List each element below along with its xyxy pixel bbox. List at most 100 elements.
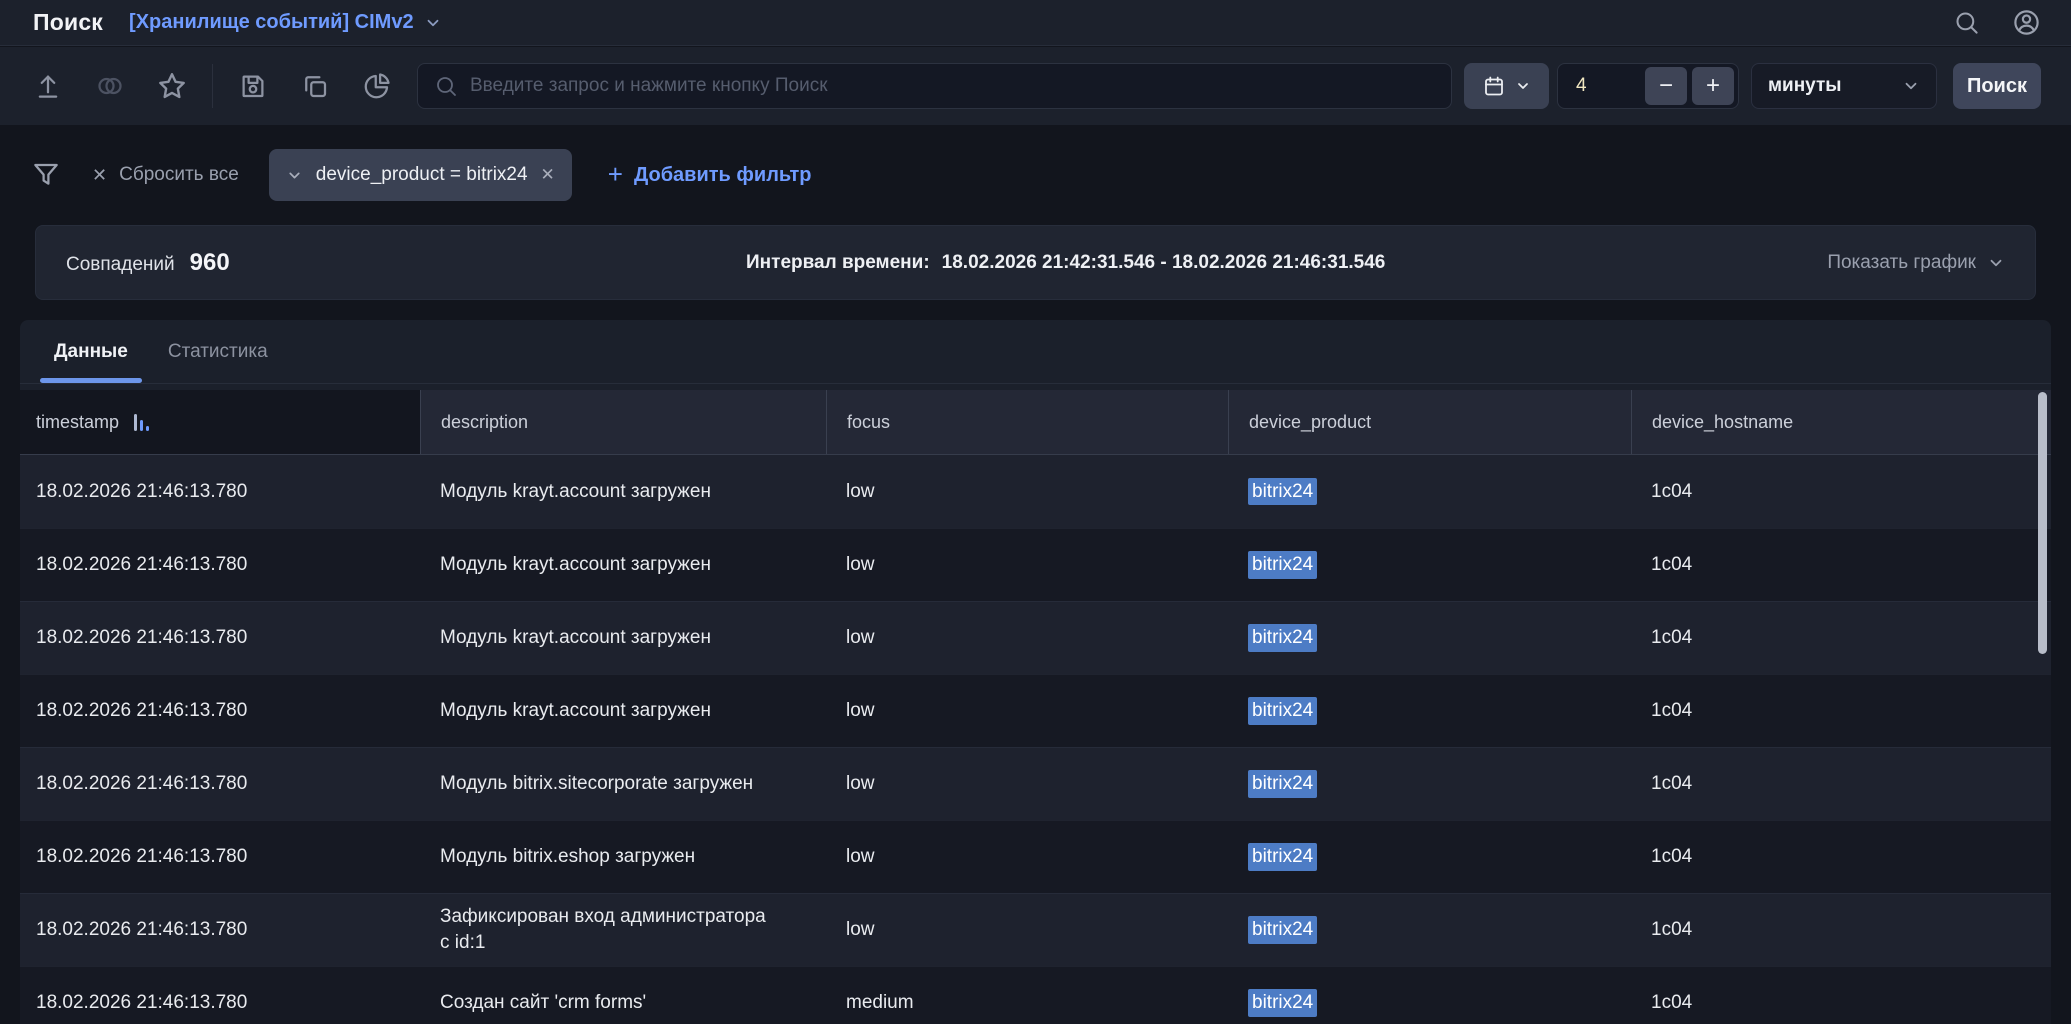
cell-device_hostname: 1c04 bbox=[1631, 602, 2051, 674]
cell-timestamp: 18.02.2026 21:46:13.780 bbox=[20, 748, 420, 820]
chevron-down-icon[interactable] bbox=[286, 167, 303, 184]
table-row[interactable]: 18.02.2026 21:46:13.780Модуль krayt.acco… bbox=[20, 528, 2051, 601]
favorite-star-icon[interactable] bbox=[154, 68, 190, 104]
interval-range: 18.02.2026 21:42:31.546 - 18.02.2026 21:… bbox=[942, 252, 1386, 274]
tab-data[interactable]: Данные bbox=[40, 320, 142, 383]
table-body: 18.02.2026 21:46:13.780Модуль krayt.acco… bbox=[20, 455, 2051, 1024]
cell-device_product: bitrix24 bbox=[1228, 894, 1631, 966]
cell-focus: medium bbox=[826, 967, 1228, 1024]
cell-device_product: bitrix24 bbox=[1228, 602, 1631, 674]
table-row[interactable]: 18.02.2026 21:46:13.780Модуль krayt.acco… bbox=[20, 601, 2051, 674]
summary-bar: Совпадений 960 Интервал времени: 18.02.2… bbox=[35, 225, 2036, 300]
toolbar-divider bbox=[212, 64, 213, 108]
plus-icon: + bbox=[608, 161, 623, 187]
calendar-icon bbox=[1482, 74, 1506, 98]
time-interval: Интервал времени: 18.02.2026 21:42:31.54… bbox=[746, 226, 1385, 299]
show-chart-label: Показать график bbox=[1827, 252, 1976, 274]
cell-device_hostname: 1c04 bbox=[1631, 967, 2051, 1024]
cell-description: Модуль krayt.account загружен bbox=[420, 602, 826, 674]
cell-focus: low bbox=[826, 675, 1228, 747]
interval-value-input[interactable] bbox=[1576, 75, 1636, 97]
chevron-down-icon bbox=[1987, 254, 2005, 272]
cell-device_hostname: 1c04 bbox=[1631, 529, 2051, 601]
highlighted-match: bitrix24 bbox=[1248, 697, 1317, 725]
cell-device_hostname: 1c04 bbox=[1631, 748, 2051, 820]
cell-timestamp: 18.02.2026 21:46:13.780 bbox=[20, 894, 420, 966]
highlighted-match: bitrix24 bbox=[1248, 478, 1317, 506]
save-icon[interactable] bbox=[235, 68, 271, 104]
results-tabs: Данные Статистика bbox=[20, 320, 2051, 384]
cell-focus: low bbox=[826, 748, 1228, 820]
results-panel: Данные Статистика timestamp description … bbox=[20, 320, 2051, 1024]
cell-focus: low bbox=[826, 602, 1228, 674]
table-header: timestamp description focus device_produ… bbox=[20, 390, 2051, 455]
interval-unit-label: минуты bbox=[1768, 75, 1842, 97]
interval-unit-select[interactable]: минуты bbox=[1751, 63, 1937, 109]
highlighted-match: bitrix24 bbox=[1248, 770, 1317, 798]
export-icon[interactable] bbox=[30, 68, 66, 104]
column-header-device-hostname[interactable]: device_hostname bbox=[1631, 390, 2051, 454]
column-header-description[interactable]: description bbox=[420, 390, 826, 454]
tab-statistics[interactable]: Статистика bbox=[154, 320, 282, 383]
highlighted-match: bitrix24 bbox=[1248, 989, 1317, 1017]
add-filter-label: Добавить фильтр bbox=[634, 164, 811, 187]
increment-button[interactable]: + bbox=[1692, 67, 1734, 105]
table-scrollbar-thumb[interactable] bbox=[2038, 392, 2047, 654]
cell-focus: low bbox=[826, 894, 1228, 966]
compare-icon[interactable] bbox=[92, 68, 128, 104]
highlighted-match: bitrix24 bbox=[1248, 916, 1317, 944]
column-header-timestamp[interactable]: timestamp bbox=[20, 390, 420, 454]
show-chart-toggle[interactable]: Показать график bbox=[1827, 252, 2005, 274]
user-account-icon[interactable] bbox=[2011, 8, 2041, 38]
remove-filter-icon[interactable]: ✕ bbox=[541, 165, 555, 185]
filter-funnel-icon[interactable] bbox=[30, 159, 62, 191]
reset-all-label: Сбросить все bbox=[119, 164, 239, 186]
global-search-icon[interactable] bbox=[1951, 8, 1981, 38]
interval-label: Интервал времени: bbox=[746, 252, 930, 274]
table-row[interactable]: 18.02.2026 21:46:13.780Модуль bitrix.esh… bbox=[20, 820, 2051, 893]
decrement-button[interactable]: − bbox=[1645, 67, 1687, 105]
cell-device_product: bitrix24 bbox=[1228, 748, 1631, 820]
table-row[interactable]: 18.02.2026 21:46:13.780Зафиксирован вход… bbox=[20, 893, 2051, 966]
sort-icon[interactable] bbox=[134, 413, 149, 431]
calendar-picker-button[interactable] bbox=[1464, 63, 1549, 109]
cell-timestamp: 18.02.2026 21:46:13.780 bbox=[20, 529, 420, 601]
search-icon bbox=[434, 74, 458, 98]
cell-timestamp: 18.02.2026 21:46:13.780 bbox=[20, 602, 420, 674]
cell-description: Модуль krayt.account загружен bbox=[420, 455, 826, 528]
query-input[interactable] bbox=[470, 75, 1435, 97]
matches-label: Совпадений bbox=[66, 254, 175, 276]
pie-chart-icon[interactable] bbox=[359, 68, 395, 104]
highlighted-match: bitrix24 bbox=[1248, 843, 1317, 871]
search-button[interactable]: Поиск bbox=[1953, 63, 2041, 109]
query-toolbar: − + минуты Поиск bbox=[0, 47, 2071, 125]
table-row[interactable]: 18.02.2026 21:46:13.780Создан сайт 'crm … bbox=[20, 966, 2051, 1024]
filter-chip[interactable]: device_product = bitrix24 ✕ bbox=[269, 149, 572, 201]
active-tab-underline bbox=[40, 378, 142, 383]
table-row[interactable]: 18.02.2026 21:46:13.780Модуль krayt.acco… bbox=[20, 674, 2051, 747]
reset-all-filters[interactable]: ✕ Сбросить все bbox=[92, 164, 239, 186]
matches-count: 960 bbox=[190, 249, 230, 277]
query-input-box bbox=[417, 63, 1452, 109]
copy-icon[interactable] bbox=[297, 68, 333, 104]
table-row[interactable]: 18.02.2026 21:46:13.780Модуль krayt.acco… bbox=[20, 455, 2051, 528]
storage-selector[interactable]: [Хранилище событий] CIMv2 bbox=[129, 11, 442, 34]
matches-summary: Совпадений 960 bbox=[66, 249, 230, 277]
interval-stepper: − + bbox=[1557, 63, 1739, 109]
cell-device_product: bitrix24 bbox=[1228, 821, 1631, 893]
cell-device_product: bitrix24 bbox=[1228, 967, 1631, 1024]
page-title: Поиск bbox=[33, 9, 103, 36]
cell-device_hostname: 1c04 bbox=[1631, 675, 2051, 747]
column-header-device-product[interactable]: device_product bbox=[1228, 390, 1631, 454]
table-row[interactable]: 18.02.2026 21:46:13.780Модуль bitrix.sit… bbox=[20, 747, 2051, 820]
top-bar: Поиск [Хранилище событий] CIMv2 bbox=[0, 0, 2071, 46]
chevron-down-icon bbox=[424, 14, 442, 32]
close-icon: ✕ bbox=[92, 166, 107, 184]
column-header-focus[interactable]: focus bbox=[826, 390, 1228, 454]
add-filter-button[interactable]: + Добавить фильтр bbox=[608, 163, 812, 187]
tab-label: Статистика bbox=[168, 341, 268, 363]
cell-description: Создан сайт 'crm forms' bbox=[420, 967, 826, 1024]
cell-timestamp: 18.02.2026 21:46:13.780 bbox=[20, 675, 420, 747]
cell-device_product: bitrix24 bbox=[1228, 529, 1631, 601]
storage-selector-label: [Хранилище событий] CIMv2 bbox=[129, 11, 414, 34]
